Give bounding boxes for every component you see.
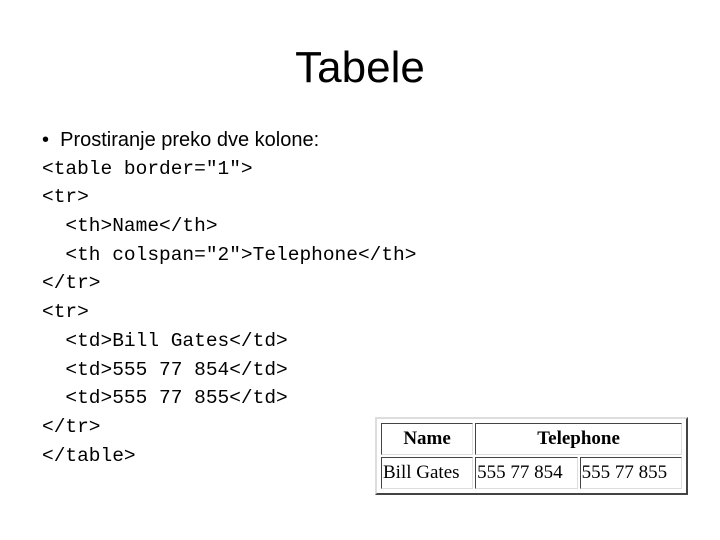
code-line: </table> xyxy=(42,444,136,467)
slide-body: • Prostiranje preko dve kolone: <table b… xyxy=(42,126,416,470)
code-line: </tr> xyxy=(42,415,101,438)
code-line: </tr> xyxy=(42,272,101,295)
code-line: <td>555 77 855</td> xyxy=(42,387,288,410)
code-line: <th>Name</th> xyxy=(42,215,218,238)
slide: Tabele • Prostiranje preko dve kolone: <… xyxy=(0,0,720,540)
table-row: Bill Gates 555 77 854 555 77 855 xyxy=(381,457,682,489)
table-header-row: Name Telephone xyxy=(381,423,682,455)
code-line: <th colspan="2">Telephone</th> xyxy=(42,243,417,266)
slide-title: Tabele xyxy=(295,43,425,92)
bullet-text: Prostiranje preko dve kolone: xyxy=(60,129,320,151)
rendered-table-example: Name Telephone Bill Gates 555 77 854 555… xyxy=(375,417,688,495)
bullet-item: • Prostiranje preko dve kolone: xyxy=(42,129,320,151)
code-line: <td>Bill Gates</td> xyxy=(42,329,288,352)
cell-name: Bill Gates xyxy=(381,457,474,489)
cell-phone-1: 555 77 854 xyxy=(475,457,578,489)
cell-phone-2: 555 77 855 xyxy=(579,457,682,489)
header-name: Name xyxy=(381,423,474,455)
example-table: Name Telephone Bill Gates 555 77 854 555… xyxy=(379,421,684,491)
header-telephone: Telephone xyxy=(475,423,682,455)
code-line: <tr> xyxy=(42,186,89,209)
code-line: <table border="1"> xyxy=(42,157,253,180)
code-line: <td>555 77 854</td> xyxy=(42,358,288,381)
code-line: <tr> xyxy=(42,301,89,324)
